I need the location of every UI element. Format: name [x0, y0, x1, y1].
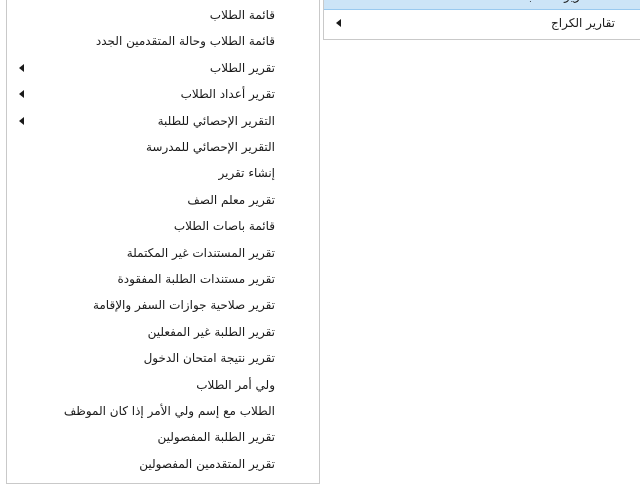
- menu-item[interactable]: التقرير الإحصائي للطلبة: [7, 108, 319, 134]
- menu-item-label: تقرير الطلاب: [209, 60, 275, 75]
- menu-item[interactable]: تقرير نتيجة امتحان الدخول: [7, 345, 319, 371]
- menu-item[interactable]: ولي أمر الطلاب: [7, 372, 319, 398]
- menu-item[interactable]: تقرير أعداد الطلاب: [7, 81, 319, 107]
- menu-item-label: تقارير الكراج: [551, 16, 615, 30]
- menu-item-label: التقرير الإحصائي للمدرسة: [145, 140, 275, 154]
- menu-item[interactable]: الطلاب مع إسم ولي الأمر إذا كان الموظف: [7, 398, 319, 424]
- menu-item[interactable]: تقرير المستندات غير المكتملة: [7, 240, 319, 266]
- menu-item-label: قائمة الطلاب وحالة المتقدمين الجدد: [95, 34, 275, 49]
- menu-item-label: قائمة الطلاب: [209, 8, 275, 22]
- menu-item-label: تقرير الطلبة غير المفعلين: [147, 324, 275, 339]
- menu-item-label: تقرير مستندات الطلبة المفقودة: [117, 272, 276, 286]
- menu-item[interactable]: تقرير الطلبة غير المفعلين: [7, 319, 319, 345]
- menu-item[interactable]: تقرير معلم الصف: [7, 187, 319, 213]
- submenu-arrow-icon: [336, 19, 341, 27]
- menu-item[interactable]: قائمة باصات الطلاب: [7, 213, 319, 239]
- reports-submenu: قائمة الطلاب قائمة الطلاب وحالة المتقدمين…: [6, 0, 320, 484]
- menu-item-label: إنشاء تقرير: [218, 166, 275, 181]
- menu-item[interactable]: تقرير مستندات الطلبة المفقودة: [7, 266, 319, 292]
- menu-item[interactable]: تقرير المتقدمين المفصولين: [7, 451, 319, 477]
- menu-item-label: تقرير معلم الصف: [187, 192, 275, 207]
- menu-item[interactable]: تقرير الطلبة المفصولين: [7, 424, 319, 450]
- menu-item-label: تقرير المستندات غير المكتملة: [126, 245, 275, 260]
- menu-item-label: تقرير الطلبة المفصولين: [157, 430, 276, 445]
- menu-item[interactable]: قائمة الطلاب: [7, 2, 319, 28]
- menu-item-label: تقرير صلاحية جوازات السفر والإقامة: [92, 298, 275, 313]
- menu-item[interactable]: قائمة الطلاب وحالة المتقدمين الجدد: [7, 28, 319, 54]
- menu-item-label: قائمة باصات الطلاب: [173, 219, 275, 234]
- menu-item-label: تقرير المتقدمين المفصولين: [139, 456, 275, 471]
- menu-item-label: تقارير الطلاب: [525, 0, 593, 9]
- menu-item-label: تقرير أعداد الطلاب: [180, 87, 275, 102]
- menu-item-students-reports-highlighted[interactable]: تقارير الطلاب: [324, 0, 640, 10]
- submenu-arrow-icon: [19, 116, 24, 125]
- menu-item-label: التقرير الإحصائي للطلبة: [157, 113, 275, 128]
- menu-item-label: الطلاب مع إسم ولي الأمر إذا كان الموظف: [63, 404, 275, 418]
- menu-item[interactable]: التقرير الإحصائي للمدرسة: [7, 134, 319, 160]
- submenu-arrow-icon: [19, 63, 24, 72]
- submenu-arrow-icon: [19, 90, 24, 99]
- menu-item-label: ولي أمر الطلاب: [196, 377, 275, 392]
- menu-item-garage-reports[interactable]: تقارير الكراج: [324, 10, 640, 36]
- menu-item-label: تقرير نتيجة امتحان الدخول: [143, 351, 275, 366]
- menu-item[interactable]: تقرير الطلاب: [7, 55, 319, 81]
- reports-parent-menu: تقارير الطلاب تقارير الكراج: [323, 0, 640, 40]
- menu-item[interactable]: تقرير صلاحية جوازات السفر والإقامة: [7, 292, 319, 318]
- menu-item[interactable]: إنشاء تقرير: [7, 160, 319, 186]
